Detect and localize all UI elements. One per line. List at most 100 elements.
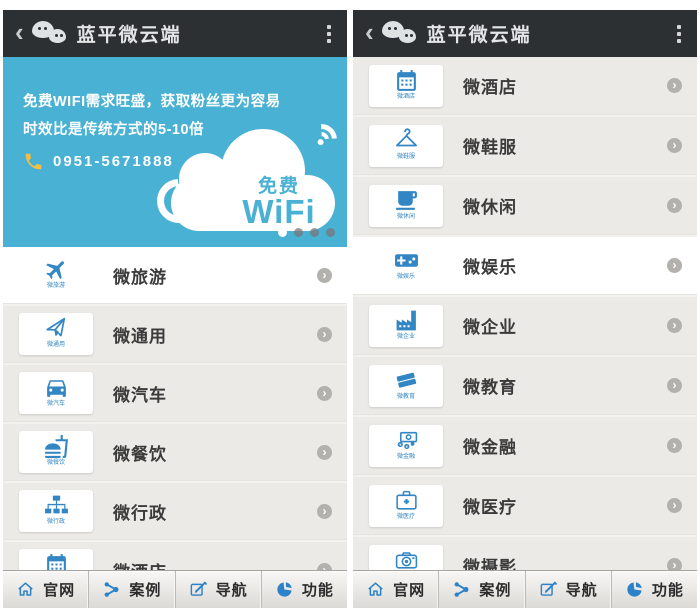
orgchart-icon bbox=[44, 493, 69, 518]
calendar-icon bbox=[44, 552, 69, 570]
cloud-label-big: WiFi bbox=[227, 196, 331, 227]
app-icon-card: 微行政 bbox=[19, 490, 93, 532]
app-icon-caption: 微鞋服 bbox=[397, 153, 415, 160]
tabbar-item[interactable]: 案例 bbox=[439, 571, 525, 608]
app-icon-caption: 微汽车 bbox=[47, 400, 65, 407]
list-item-label: 微汽车 bbox=[113, 381, 167, 406]
list-item[interactable]: 微娱乐 微娱乐 › bbox=[353, 237, 697, 294]
app-icon-caption: 微教育 bbox=[397, 393, 415, 400]
gamepad-icon bbox=[394, 248, 419, 273]
chevron-right-icon: › bbox=[317, 563, 332, 571]
app-icon-card: 微娱乐 bbox=[369, 245, 443, 287]
page-title: 蓝平微云端 bbox=[77, 20, 182, 47]
chevron-right-icon: › bbox=[667, 138, 682, 153]
app-icon-caption: 微娱乐 bbox=[397, 273, 415, 280]
phone-handset-icon bbox=[23, 151, 44, 172]
share-icon bbox=[452, 580, 471, 599]
chevron-right-icon: › bbox=[667, 78, 682, 93]
back-chevron-icon[interactable]: ‹ bbox=[365, 19, 374, 45]
tab-label: 官网 bbox=[393, 579, 425, 600]
tabbar-item[interactable]: 导航 bbox=[526, 571, 612, 608]
tabbar-item[interactable]: 官网 bbox=[353, 571, 439, 608]
banner-phone-number: 0951-5671888 bbox=[53, 153, 174, 170]
chevron-right-icon: › bbox=[667, 438, 682, 453]
app-icon-card: ¥¥ 微金融 bbox=[369, 425, 443, 467]
chevron-right-icon: › bbox=[667, 378, 682, 393]
tabbar-item[interactable]: 导航 bbox=[176, 571, 262, 608]
list-item[interactable]: 微酒店 微酒店 › bbox=[353, 57, 697, 114]
list-item[interactable]: 微休闲 微休闲 › bbox=[353, 177, 697, 234]
home-icon bbox=[366, 580, 385, 599]
tab-label: 案例 bbox=[479, 579, 511, 600]
list-item[interactable]: 微企业 微企业 › bbox=[353, 297, 697, 354]
carousel-dots bbox=[278, 228, 335, 237]
calendar-icon bbox=[394, 68, 419, 93]
list-item[interactable]: 微汽车 微汽车 › bbox=[3, 365, 347, 421]
screenshot-stage: ‹ 蓝平微云端 免费WIFI需求旺盛，获取粉丝更为容易 时效比是传统方式的5-1… bbox=[0, 0, 700, 608]
tab-label: 官网 bbox=[43, 579, 75, 600]
home-icon bbox=[16, 580, 35, 599]
overflow-menu-icon[interactable] bbox=[323, 21, 335, 47]
compose-icon bbox=[539, 580, 558, 599]
app-icon-card: 微酒店 bbox=[369, 65, 443, 107]
list-item-label: 微行政 bbox=[113, 499, 167, 524]
books-icon bbox=[394, 368, 419, 393]
app-icon-card: 微鞋服 bbox=[369, 125, 443, 167]
chevron-right-icon: › bbox=[667, 198, 682, 213]
chevron-right-icon: › bbox=[667, 558, 682, 570]
list-item-label: 微酒店 bbox=[113, 558, 167, 571]
list-item[interactable]: 微通用 微通用 › bbox=[3, 306, 347, 362]
chevron-right-icon: › bbox=[317, 504, 332, 519]
tabbar-item[interactable]: 案例 bbox=[89, 571, 175, 608]
chevron-right-icon: › bbox=[317, 268, 332, 283]
carousel-dot[interactable] bbox=[294, 228, 303, 237]
app-icon-caption: 微医疗 bbox=[397, 513, 415, 520]
carousel-dot[interactable] bbox=[326, 228, 335, 237]
app-icon-card: 微通用 bbox=[19, 313, 93, 355]
app-icon-caption: 微酒店 bbox=[397, 93, 415, 100]
medkit-icon bbox=[394, 488, 419, 513]
fastfood-icon bbox=[44, 434, 69, 459]
pie-icon bbox=[625, 580, 644, 599]
tabbar-item[interactable]: 功能 bbox=[612, 571, 697, 608]
app-icon-card: 微餐饮 bbox=[19, 431, 93, 473]
list-item[interactable]: 微医疗 微医疗 › bbox=[353, 477, 697, 534]
carousel-dot[interactable] bbox=[278, 228, 287, 237]
list-item[interactable]: 微摄影 微摄影 › bbox=[353, 537, 697, 570]
list-item[interactable]: ¥¥ 微金融 微金融 › bbox=[353, 417, 697, 474]
finance-icon: ¥¥ bbox=[394, 428, 419, 453]
app-icon-caption: 微休闲 bbox=[397, 213, 415, 220]
app-list-right: 微酒店 微酒店 › 微鞋服 微鞋服 › 微休闲 微休闲 bbox=[353, 57, 697, 570]
list-item-label: 微酒店 bbox=[463, 73, 517, 98]
list-item[interactable]: 微旅游 微旅游 › bbox=[3, 247, 347, 303]
list-item[interactable]: 微鞋服 微鞋服 › bbox=[353, 117, 697, 174]
promo-banner[interactable]: 免费WIFI需求旺盛，获取粉丝更为容易 时效比是传统方式的5-10倍 0951-… bbox=[3, 57, 347, 247]
list-item-label: 微餐饮 bbox=[113, 440, 167, 465]
app-icon-card: 微酒店 bbox=[19, 549, 93, 570]
app-icon-caption: 微旅游 bbox=[47, 282, 65, 289]
bottom-tabbar-right: 官网 案例 导航 功能 bbox=[353, 570, 697, 608]
tabbar-item[interactable]: 官网 bbox=[3, 571, 89, 608]
chevron-right-icon: › bbox=[667, 498, 682, 513]
free-wifi-cloud-graphic: 免费 WiFi bbox=[165, 129, 337, 231]
app-icon-caption: 微行政 bbox=[47, 518, 65, 525]
app-icon-caption: 微企业 bbox=[397, 333, 415, 340]
tabbar-item[interactable]: 功能 bbox=[262, 571, 347, 608]
phone-panel-left: ‹ 蓝平微云端 免费WIFI需求旺盛，获取粉丝更为容易 时效比是传统方式的5-1… bbox=[3, 10, 347, 608]
carousel-dot[interactable] bbox=[310, 228, 319, 237]
list-item[interactable]: 微行政 微行政 › bbox=[3, 483, 347, 539]
phone-panel-right: ‹ 蓝平微云端 微酒店 微酒店 › bbox=[353, 10, 697, 608]
list-item[interactable]: 微餐饮 微餐饮 › bbox=[3, 424, 347, 480]
app-icon-caption: 微金融 bbox=[397, 453, 415, 460]
wifi-signal-icon bbox=[298, 118, 346, 166]
overflow-menu-icon[interactable] bbox=[673, 21, 685, 47]
chevron-right-icon: › bbox=[667, 258, 682, 273]
airplane-icon bbox=[44, 257, 69, 282]
back-chevron-icon[interactable]: ‹ bbox=[15, 19, 24, 45]
list-item-label: 微金融 bbox=[463, 433, 517, 458]
app-icon-card: 微汽车 bbox=[19, 372, 93, 414]
chevron-right-icon: › bbox=[317, 327, 332, 342]
list-item[interactable]: 微教育 微教育 › bbox=[353, 357, 697, 414]
list-item-label: 微鞋服 bbox=[463, 133, 517, 158]
list-item[interactable]: 微酒店 微酒店 › bbox=[3, 542, 347, 570]
